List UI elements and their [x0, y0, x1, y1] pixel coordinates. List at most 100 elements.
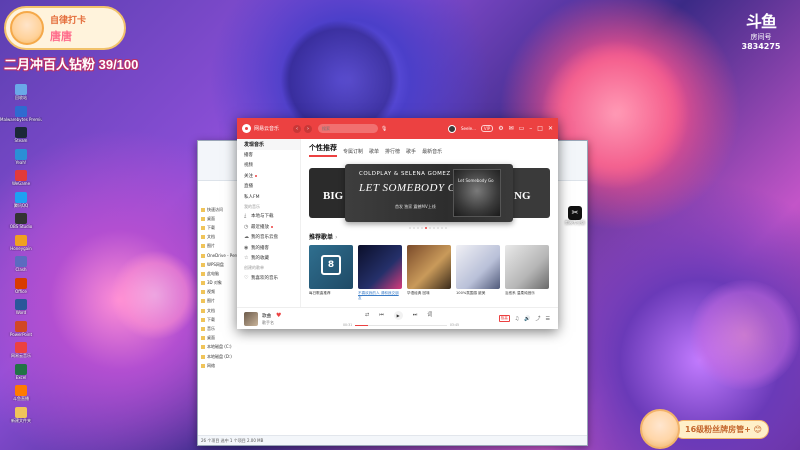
now-playing-cover[interactable]	[244, 312, 258, 326]
sidebar-item[interactable]: 关注	[237, 171, 300, 182]
explorer-nav-item[interactable]: 文档	[198, 306, 242, 315]
sidebar-item[interactable]: ♡ 我喜欢的音乐	[237, 273, 300, 284]
playlist-cover[interactable]	[407, 245, 451, 289]
playlist-card[interactable]: 100%氛围感 欧美	[456, 245, 500, 300]
vip-badge[interactable]: VIP	[480, 125, 494, 132]
explorer-nav-item[interactable]: 网络	[198, 361, 242, 370]
sidebar-item[interactable]: ◷ 最近播放	[237, 222, 300, 233]
explorer-nav-item[interactable]: 本地磁盘 (D:)	[198, 352, 242, 361]
tab-item[interactable]: 个性推荐	[309, 143, 337, 157]
playlist-cover[interactable]	[456, 245, 500, 289]
desktop-icon[interactable]: Clash	[0, 256, 42, 278]
playlist-queue-icon[interactable]: ☰	[546, 316, 550, 322]
back-button[interactable]: ‹	[293, 124, 302, 133]
desktop-icon[interactable]: OBS Studio	[0, 213, 42, 235]
sidebar-item[interactable]: ⤓ 本地与下载	[237, 211, 300, 222]
explorer-nav-item[interactable]: 下载	[198, 223, 242, 232]
banner-dot[interactable]	[425, 227, 427, 229]
explorer-nav-item[interactable]: 视频	[198, 288, 242, 297]
sidebar-item[interactable]: 直播	[237, 181, 300, 192]
desktop-icon[interactable]: Steam	[0, 127, 42, 149]
desktop-icon[interactable]: 斗鱼直播	[0, 385, 42, 407]
quality-badge[interactable]: 极高	[498, 315, 510, 322]
playlist-title[interactable]: 100%氛围感 欧美	[456, 291, 500, 300]
banner-dot[interactable]	[413, 227, 415, 229]
explorer-nav-item[interactable]: 桌面	[198, 334, 242, 343]
playlist-title[interactable]: 不喜欢我的人 请和我交朋友	[358, 291, 402, 300]
sidebar-item[interactable]: 发现音乐	[237, 139, 300, 150]
now-playing-title[interactable]: 歌曲	[262, 313, 271, 319]
tab-item[interactable]: 最新音乐	[422, 148, 442, 157]
share-icon[interactable]: ⤴	[536, 315, 541, 322]
desktop-icon[interactable]: 回收站	[0, 84, 42, 106]
banner-dot[interactable]	[445, 227, 447, 229]
sidebar-item[interactable]: ◉ 我的播客	[237, 243, 300, 254]
banner-dot[interactable]	[421, 227, 423, 229]
user-name[interactable]: Seele...	[461, 126, 476, 131]
sound-effect-icon[interactable]: ♫	[515, 316, 519, 322]
banner-carousel[interactable]: BIG NG COLDPLAY & SELENA GOMEZ LET SOMEB…	[309, 164, 550, 222]
desktop-icon[interactable]: 新建文件夹	[0, 406, 42, 429]
recommended-playlists-heading[interactable]: 推荐歌单 ›	[309, 232, 338, 241]
sidebar-item[interactable]: 播客	[237, 150, 300, 161]
volume-icon[interactable]: 🔊	[524, 316, 530, 322]
now-playing-artist[interactable]: 歌手名	[262, 320, 274, 326]
music-player-window[interactable]: 网易云音乐 ‹ › 🎙 Seele... VIP ⚙ ✉ ▭ – □ ✕ 发现音…	[237, 118, 558, 329]
playlist-card[interactable]: 华语经典 回味	[407, 245, 451, 300]
close-icon[interactable]: ✕	[548, 125, 553, 133]
banner-dot[interactable]	[429, 227, 431, 229]
playlist-card[interactable]: 8 每日歌曲推荐	[309, 245, 353, 300]
playlist-cover[interactable]	[358, 245, 402, 289]
playlist-card[interactable]: 不喜欢我的人 请和我交朋友	[358, 245, 402, 300]
minimize-icon[interactable]: –	[529, 125, 532, 133]
capcut-desktop-icon[interactable]: ✂ 剪映专业版	[562, 206, 588, 234]
lyrics-button[interactable]: 词	[427, 312, 432, 319]
playlist-card[interactable]: 治愈系 温柔纯音乐	[505, 245, 549, 300]
settings-gear-icon[interactable]: ⚙	[498, 125, 503, 133]
playlist-cover[interactable]: 8	[309, 245, 353, 289]
banner-dot[interactable]	[441, 227, 443, 229]
explorer-nav-item[interactable]: OneDrive - Perso	[198, 251, 242, 260]
desktop-icon[interactable]: Excel	[0, 363, 42, 386]
user-avatar[interactable]	[448, 124, 457, 133]
desktop-icon[interactable]: WeGame	[0, 170, 42, 192]
banner-dot[interactable]	[417, 227, 419, 229]
desktop-icon[interactable]: PowerPoint	[0, 320, 42, 343]
playlist-cover[interactable]	[505, 245, 549, 289]
explorer-nav-item[interactable]: 此电脑	[198, 269, 242, 278]
playlist-title[interactable]: 每日歌曲推荐	[309, 291, 353, 300]
forward-button[interactable]: ›	[304, 124, 313, 133]
desktop-icon[interactable]: Malwarebytes Premium	[0, 105, 42, 128]
tab-item[interactable]: 歌手	[406, 148, 416, 157]
mail-icon[interactable]: ✉	[509, 125, 514, 133]
explorer-nav-item[interactable]: 本地磁盘 (C:)	[198, 343, 242, 352]
sidebar-item[interactable]: ☁ 我的音乐云盘	[237, 232, 300, 243]
shuffle-icon[interactable]: ⇄	[365, 312, 369, 319]
playlist-title[interactable]: 华语经典 回味	[407, 291, 451, 300]
progress-track[interactable]	[355, 324, 447, 326]
explorer-nav-item[interactable]: 快速访问	[198, 205, 242, 214]
desktop-icon[interactable]: Yeah!	[0, 148, 42, 171]
play-button[interactable]: ▶	[393, 311, 403, 320]
explorer-nav-item[interactable]: 桌面	[198, 214, 242, 223]
next-icon[interactable]: ⏭	[413, 312, 418, 319]
tab-item[interactable]: 专属订制	[343, 148, 363, 157]
playlist-title[interactable]: 治愈系 温柔纯音乐	[505, 291, 549, 300]
sidebar-item[interactable]: 视频	[237, 160, 300, 171]
mini-mode-icon[interactable]: ▭	[519, 125, 525, 133]
like-heart-icon[interactable]: ♥	[276, 312, 281, 319]
tab-item[interactable]: 排行榜	[385, 148, 400, 157]
banner-card-main[interactable]: COLDPLAY & SELENA GOMEZ LET SOMEBODY GO …	[345, 164, 513, 222]
explorer-nav-item[interactable]: 图片	[198, 242, 242, 251]
banner-dot[interactable]	[433, 227, 435, 229]
previous-icon[interactable]: ⏮	[379, 312, 384, 319]
explorer-nav-item[interactable]: WPS网盘	[198, 260, 242, 269]
banner-dot[interactable]	[437, 227, 439, 229]
desktop-icon[interactable]: 腾讯QQ	[0, 191, 42, 214]
desktop-icon[interactable]: Office	[0, 277, 42, 300]
maximize-icon[interactable]: □	[537, 125, 543, 133]
sidebar-item[interactable]: 私人FM	[237, 192, 300, 203]
desktop-icon[interactable]: Word	[0, 299, 42, 321]
tab-item[interactable]: 歌单	[369, 148, 379, 157]
sidebar-item[interactable]: ☆ 我的收藏	[237, 253, 300, 264]
